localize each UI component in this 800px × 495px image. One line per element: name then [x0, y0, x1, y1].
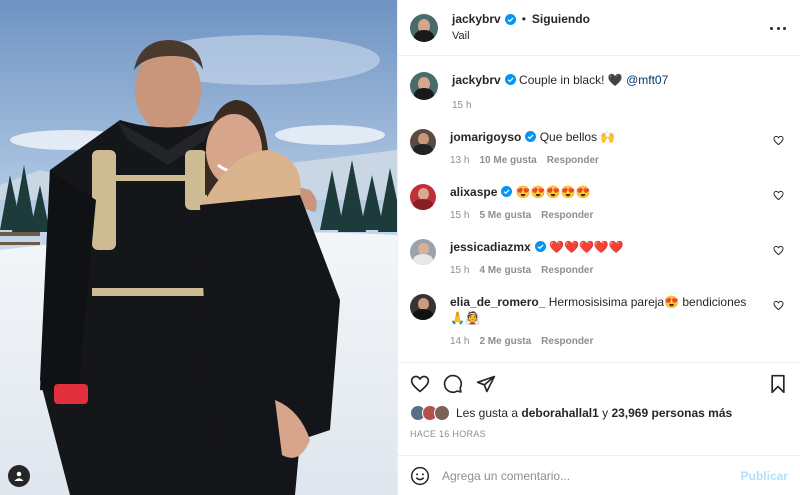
comment-text: 😍😍😍😍😍 — [515, 185, 591, 200]
liker-avatars[interactable] — [410, 405, 450, 422]
likes-middle: y — [602, 406, 609, 421]
comment-like-heart-icon[interactable] — [773, 135, 784, 146]
caption-text: Couple in black! 🖤 — [519, 73, 623, 88]
reply-button[interactable]: Responder — [541, 265, 593, 276]
post-location[interactable]: Vail — [452, 28, 590, 44]
comment-username[interactable]: alixaspe — [450, 185, 497, 199]
post-header: jackybrv • Siguiendo Vail — [398, 0, 800, 57]
more-options-button[interactable] — [770, 20, 786, 36]
comment-like-heart-icon[interactable] — [773, 190, 784, 201]
user-tag-icon — [14, 471, 24, 481]
comment-like-heart-icon[interactable] — [773, 245, 784, 256]
likes-summary: Les gusta a deborahallal1 y 23,969 perso… — [410, 405, 788, 422]
comment-item: elia_de_romero_ Hermosisisima pareja😍 be… — [410, 294, 788, 347]
post-timestamp[interactable]: HACE 16 HORAS — [410, 429, 788, 439]
comment-input[interactable] — [442, 468, 741, 483]
verified-badge-icon — [504, 74, 516, 86]
reply-button[interactable]: Responder — [547, 155, 599, 166]
comment-item: jessicadiazmx ❤️❤️❤️❤️❤️ 15 h 4 Me gusta… — [410, 239, 788, 276]
comment-likes[interactable]: 5 Me gusta — [479, 210, 531, 221]
reply-button[interactable]: Responder — [541, 210, 593, 221]
comment-time[interactable]: 15 h — [450, 265, 469, 276]
avatar[interactable] — [410, 72, 438, 101]
comment-item: jomarigoyso Que bellos 🙌 13 h 10 Me gust… — [410, 129, 788, 166]
verified-badge-icon — [501, 186, 513, 198]
comment-username[interactable]: elia_de_romero_ — [450, 295, 545, 309]
likes-prefix: Les gusta a — [456, 406, 519, 421]
post-photo[interactable] — [0, 0, 397, 495]
more-horizontal-icon — [770, 26, 773, 30]
heart-icon[interactable] — [410, 374, 430, 394]
author-avatar[interactable] — [410, 13, 438, 42]
caption-mention-link[interactable]: @mft07 — [626, 73, 668, 87]
verified-badge-icon — [504, 13, 516, 25]
post-photo-image — [0, 0, 397, 495]
likes-count[interactable]: 23,969 personas más — [611, 406, 732, 420]
comment-like-heart-icon[interactable] — [773, 300, 784, 311]
avatar[interactable] — [410, 239, 436, 266]
smiley-icon[interactable] — [410, 466, 430, 486]
caption-time[interactable]: 15 h — [452, 100, 471, 111]
comment-likes[interactable]: 4 Me gusta — [479, 265, 531, 276]
caption-username[interactable]: jackybrv — [452, 73, 501, 87]
comment-time[interactable]: 15 h — [450, 210, 469, 221]
comment-likes[interactable]: 10 Me gusta — [479, 155, 536, 166]
liker-username[interactable]: deborahallal1 — [521, 406, 598, 420]
publish-button[interactable]: Publicar — [741, 469, 788, 483]
verified-badge-icon — [534, 241, 546, 253]
comment-bubble-icon[interactable] — [443, 374, 463, 394]
comment-username[interactable]: jomarigoyso — [450, 130, 521, 144]
post-detail-panel: jackybrv • Siguiendo Vail jackybrv Coupl… — [397, 0, 800, 495]
post-caption: jackybrv Couple in black! 🖤 @mft07 15 h — [410, 72, 788, 111]
separator-dot: • — [521, 12, 526, 27]
following-button[interactable]: Siguiendo — [532, 11, 590, 27]
comment-text: ❤️❤️❤️❤️❤️ — [549, 240, 624, 255]
comment-username[interactable]: jessicadiazmx — [450, 240, 531, 254]
comment-likes[interactable]: 2 Me gusta — [479, 336, 531, 347]
comments-list: jackybrv Couple in black! 🖤 @mft07 15 h … — [398, 56, 800, 362]
avatar[interactable] — [410, 129, 436, 156]
comment-time[interactable]: 13 h — [450, 155, 469, 166]
avatar[interactable] — [410, 294, 436, 321]
paper-plane-icon[interactable] — [476, 374, 496, 394]
comment-time[interactable]: 14 h — [450, 336, 469, 347]
comment-item: alixaspe 😍😍😍😍😍 15 h 5 Me gusta Responder — [410, 184, 788, 221]
avatar[interactable] — [410, 184, 436, 211]
bookmark-icon[interactable] — [768, 374, 788, 394]
comment-text: Que bellos 🙌 — [539, 130, 616, 145]
add-comment-bar: Publicar — [398, 455, 800, 495]
author-username[interactable]: jackybrv — [452, 11, 501, 27]
post-actions: Les gusta a deborahallal1 y 23,969 perso… — [398, 362, 800, 439]
verified-badge-icon — [525, 131, 537, 143]
user-tag-button[interactable] — [8, 465, 30, 487]
reply-button[interactable]: Responder — [541, 336, 593, 347]
